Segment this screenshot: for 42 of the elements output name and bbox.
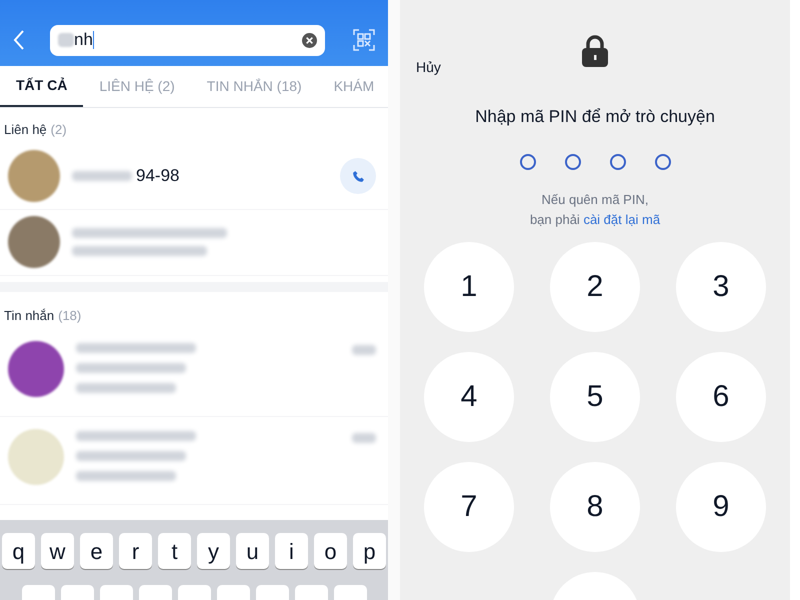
keyboard-key[interactable]: q [2,533,35,569]
keyboard-key[interactable]: y [197,533,230,569]
keypad-key[interactable]: 2 [550,242,640,332]
keyboard-key[interactable]: p [353,533,386,569]
pin-hint: Nếu quên mã PIN, [540,190,650,209]
call-button[interactable] [340,158,376,194]
redacted-text [58,33,74,47]
contact-name: 94-98 [136,165,180,188]
tab[interactable]: TẤT CẢ [0,66,84,107]
search-field[interactable]: nh [50,24,325,56]
section-title: Tin nhắn [4,308,54,322]
cancel-button[interactable]: Hủy [416,57,441,78]
keyboard-key[interactable]: w [41,533,74,569]
qr-scan-icon[interactable] [353,29,375,51]
keypad-key[interactable]: 6 [676,352,766,442]
keyboard-key[interactable]: u [236,533,269,569]
section-count: (2) [50,122,67,137]
keypad-key[interactable]: 3 [676,242,766,332]
pin-title: Nhập mã PIN để mở trò chuyện [475,106,715,128]
back-icon[interactable] [12,29,26,51]
keypad-key[interactable]: 8 [550,462,640,552]
redacted-text [72,171,132,181]
keypad-key[interactable]: 4 [424,352,514,442]
keypad-key[interactable]: 1 [424,242,514,332]
reset-link[interactable]: cài đặt lại mã [583,212,660,226]
keyboard-key[interactable]: t [158,533,191,569]
keyboard-key[interactable]: e [80,533,113,569]
clear-icon[interactable] [302,32,317,48]
redacted-text [352,433,376,443]
search-text: nh [74,29,93,52]
keypad-key[interactable]: 9 [676,462,766,552]
lock-icon [581,35,609,67]
redacted-text [352,345,376,355]
phone-icon [352,170,364,182]
keyboard-key[interactable]: i [275,533,308,569]
section-title: Liên hệ [4,122,47,137]
keyboard-key[interactable]: r [119,533,152,569]
keypad-key[interactable]: 7 [424,462,514,552]
keyboard-key[interactable]: o [314,533,347,569]
keypad-key[interactable]: 5 [550,352,640,442]
pin-hint: bạn phải [530,212,580,226]
section-count: (18) [58,308,82,322]
